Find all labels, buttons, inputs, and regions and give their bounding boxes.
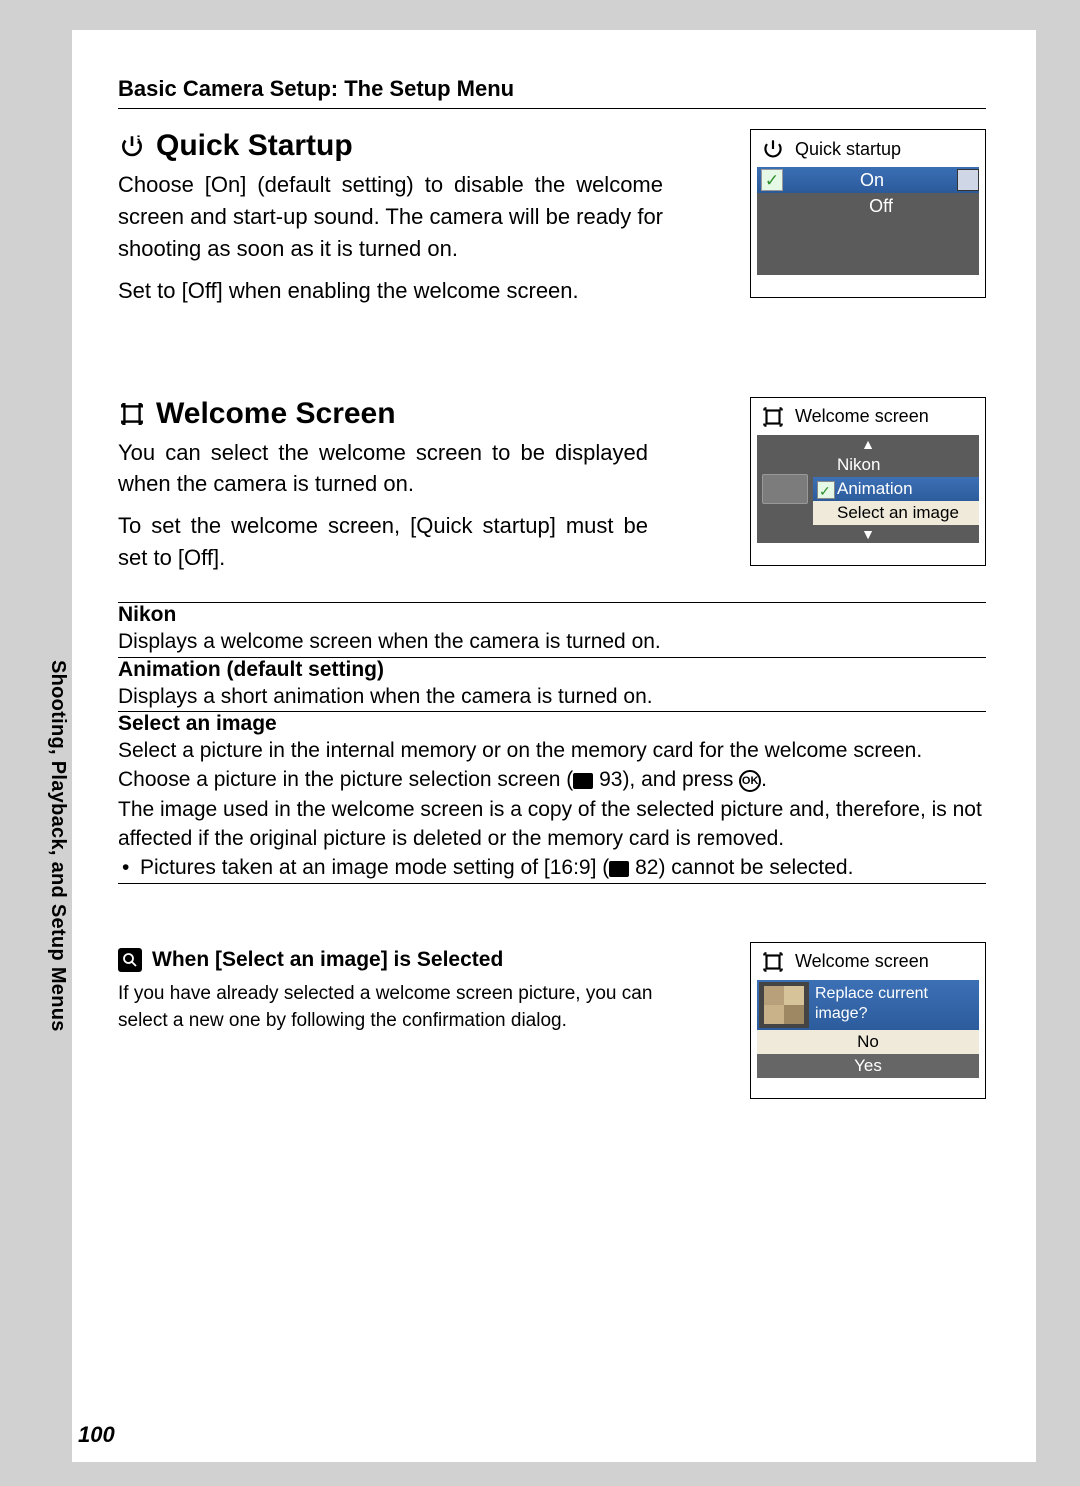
option-animation-head: Animation (default setting) bbox=[118, 657, 986, 682]
thumbnail-preview bbox=[759, 982, 809, 1028]
option-nikon-body: Displays a welcome screen when the camer… bbox=[118, 627, 986, 657]
page-ref-icon bbox=[609, 861, 629, 877]
para: Set to [Off] when enabling the welcome s… bbox=[118, 275, 663, 307]
text: Pictures taken at an image mode setting … bbox=[140, 856, 609, 879]
section-welcome-screen: Welcome Screen You can select the welcom… bbox=[118, 397, 986, 1035]
breadcrumb: Basic Camera Setup: The Setup Menu bbox=[118, 76, 986, 102]
lcd-title-text: Welcome screen bbox=[795, 951, 929, 972]
welcome-options-table: Nikon Displays a welcome screen when the… bbox=[118, 602, 986, 884]
para: Choose [On] (default setting) to disable… bbox=[118, 169, 663, 265]
lcd-title: Welcome screen bbox=[751, 398, 985, 435]
check-icon: ✓ bbox=[761, 169, 783, 191]
lcd-replace-image: Welcome screen Replace current image? No… bbox=[750, 942, 986, 1099]
menu-item-label: Off bbox=[783, 196, 979, 217]
option-animation-body: Displays a short animation when the came… bbox=[118, 682, 986, 712]
lcd-screen: Replace current image? No Yes bbox=[757, 980, 979, 1078]
ok-button-icon: OK bbox=[739, 770, 761, 792]
lcd-screen: ✓ On Off bbox=[757, 167, 979, 275]
lcd-screen: ▲ Nikon Animation Select an image ▼ bbox=[757, 435, 979, 543]
note-text: If you have already selected a welcome s… bbox=[118, 980, 658, 1035]
power-icon bbox=[759, 135, 787, 163]
divider bbox=[118, 108, 986, 109]
bullet-item: Pictures taken at an image mode setting … bbox=[118, 853, 986, 882]
option-select-image-body: Select a picture in the internal memory … bbox=[118, 736, 986, 883]
page-ref-icon bbox=[573, 773, 593, 789]
text: Select a picture in the internal memory … bbox=[118, 739, 922, 791]
question-row: Replace current image? bbox=[757, 980, 979, 1030]
up-arrow-icon[interactable]: ▲ bbox=[757, 435, 979, 453]
lcd-title-text: Quick startup bbox=[795, 139, 901, 160]
section-quick-startup: Quick Startup Choose [On] (default setti… bbox=[118, 129, 986, 307]
down-arrow-icon[interactable]: ▼ bbox=[757, 525, 979, 543]
heading-text: Welcome Screen bbox=[156, 397, 396, 431]
scroll-indicator bbox=[957, 169, 979, 191]
lcd-quick-startup: Quick startup ✓ On Off bbox=[750, 129, 986, 298]
text: 82) cannot be selected. bbox=[629, 856, 853, 879]
welcome-icon bbox=[118, 400, 146, 428]
menu-item-off[interactable]: Off bbox=[757, 193, 979, 219]
welcome-icon bbox=[759, 948, 787, 976]
menu-item-on[interactable]: ✓ On bbox=[757, 167, 979, 193]
question-text: Replace current image? bbox=[811, 980, 979, 1030]
lcd-title: Welcome screen bbox=[751, 943, 985, 980]
dialog-option-yes[interactable]: Yes bbox=[757, 1054, 979, 1078]
info-icon bbox=[118, 948, 142, 972]
thumbnail-preview bbox=[757, 453, 813, 525]
side-tab-label: Shooting, Playback, and Setup Menus bbox=[46, 660, 69, 1032]
lcd-title-text: Welcome screen bbox=[795, 406, 929, 427]
text: . bbox=[761, 768, 767, 791]
option-nikon-head: Nikon bbox=[118, 603, 986, 628]
menu-item-label: On bbox=[787, 170, 957, 191]
lcd-welcome-screen: Welcome screen ▲ Nikon Animation Select … bbox=[750, 397, 986, 566]
manual-page: Basic Camera Setup: The Setup Menu Shoot… bbox=[72, 30, 1036, 1462]
note-title-text: When [Select an image] is Selected bbox=[152, 948, 503, 972]
option-select-image-head: Select an image bbox=[118, 711, 986, 736]
para: You can select the welcome screen to be … bbox=[118, 437, 648, 501]
menu-item-nikon[interactable]: Nikon bbox=[813, 453, 979, 477]
note-block: When [Select an image] is Selected If yo… bbox=[118, 948, 986, 1035]
text: 93), and press bbox=[593, 768, 739, 791]
heading-text: Quick Startup bbox=[156, 129, 353, 163]
welcome-icon bbox=[759, 403, 787, 431]
page-number: 100 bbox=[78, 1422, 115, 1448]
menu-item-animation[interactable]: Animation bbox=[813, 477, 979, 501]
dialog-option-no[interactable]: No bbox=[757, 1030, 979, 1054]
text: The image used in the welcome screen is … bbox=[118, 798, 982, 850]
lcd-title: Quick startup bbox=[751, 130, 985, 167]
para: To set the welcome screen, [Quick startu… bbox=[118, 510, 648, 574]
power-icon bbox=[118, 132, 146, 160]
menu-item-select-image[interactable]: Select an image bbox=[813, 501, 979, 525]
